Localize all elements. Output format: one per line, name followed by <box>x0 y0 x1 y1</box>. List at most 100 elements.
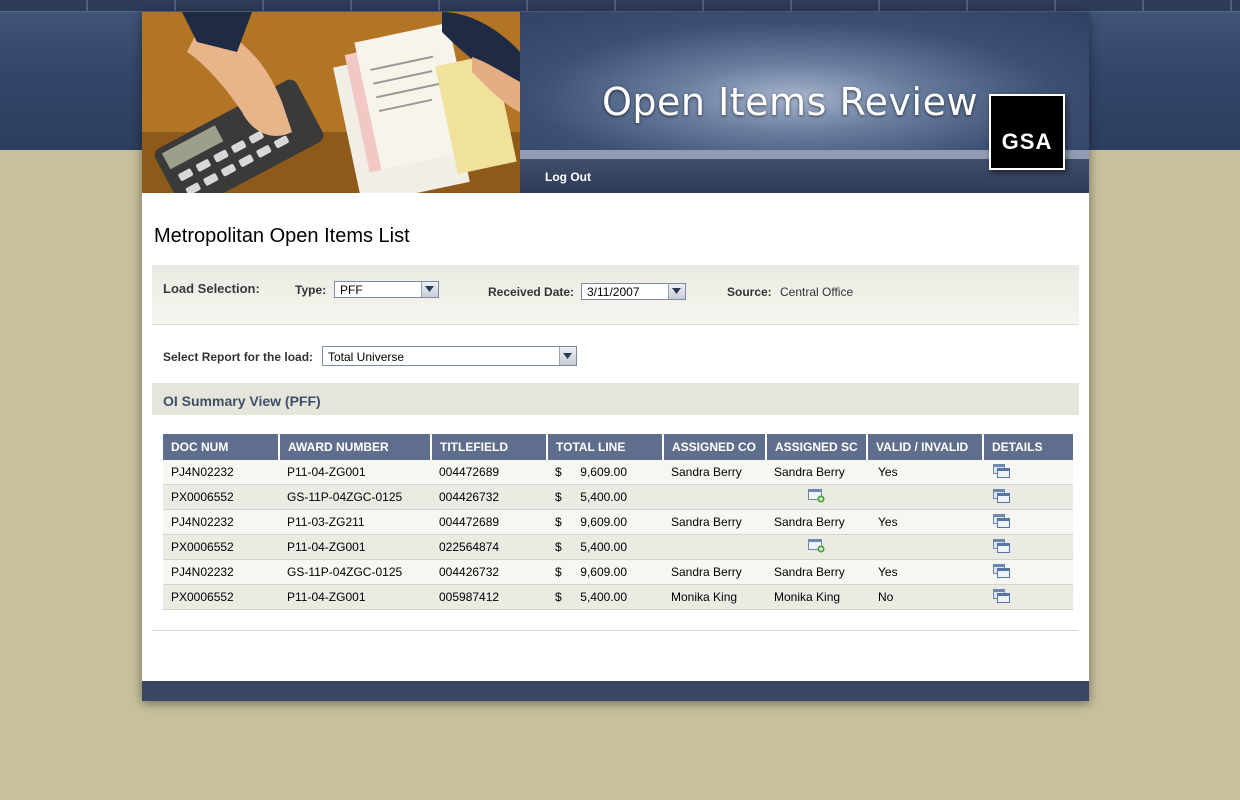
doc-num-cell: PX0006552 <box>163 534 279 560</box>
column-header[interactable]: DOC NUM <box>163 434 280 460</box>
assigned-co-cell: Monika King <box>663 584 766 610</box>
assigned-co-cell: Sandra Berry <box>663 509 766 535</box>
award-number-cell: P11-04-ZG001 <box>279 460 431 485</box>
page-footer <box>142 681 1089 701</box>
assigned-co-cell <box>663 484 766 510</box>
assigned-co-cell <box>663 534 766 560</box>
award-number-cell: P11-03-ZG211 <box>279 509 431 535</box>
doc-num-cell: PX0006552 <box>163 584 279 610</box>
table-header-row: DOC NUM AWARD NUMBER TITLEFIELD TOTAL LI… <box>163 434 1073 460</box>
assigned-co-cell: Sandra Berry <box>663 559 766 585</box>
app-title: Open Items Review <box>602 80 979 124</box>
details-windows-icon[interactable] <box>993 588 1010 606</box>
titlefield-cell: 022564874 <box>431 534 547 560</box>
received-date-label: Received Date: <box>488 285 575 299</box>
details-windows-icon[interactable] <box>993 563 1010 581</box>
details-windows-icon[interactable] <box>993 463 1010 481</box>
titlefield-cell: 004426732 <box>431 484 547 510</box>
valid-cell: Yes <box>867 460 983 485</box>
titlefield-cell: 004472689 <box>431 460 547 485</box>
type-select-value: PFF <box>340 283 363 297</box>
total-line-cell: $5,400.00 <box>547 534 663 560</box>
received-date-select[interactable]: 3/11/2007 <box>581 283 686 300</box>
type-label: Type: <box>295 283 327 297</box>
award-number-cell: P11-04-ZG001 <box>279 534 431 560</box>
assigned-sc-cell: Sandra Berry <box>766 509 867 535</box>
assigned-sc-cell: Sandra Berry <box>766 460 867 485</box>
column-header[interactable]: TITLEFIELD <box>431 434 548 460</box>
load-selection-bar: Load Selection: Type: PFF Received Date:… <box>152 265 1079 325</box>
award-number-cell: GS-11P-04ZGC-0125 <box>279 559 431 585</box>
total-line-value: 9,609.00 <box>580 465 627 479</box>
table-row: PX0006552 P11-04-ZG001 022564874 $5,400.00 <box>163 534 1073 560</box>
assign-add-icon[interactable] <box>808 538 825 556</box>
details-cell <box>983 484 1073 510</box>
assigned-co-cell: Sandra Berry <box>663 460 766 485</box>
table-row: PJ4N02232 P11-04-ZG001 004472689 $9,609.00 S… <box>163 460 1073 485</box>
currency-symbol: $ <box>555 515 562 529</box>
column-header[interactable]: ASSIGNED SC <box>766 434 868 460</box>
logout-link[interactable]: Log Out <box>545 170 591 184</box>
source-value: Central Office <box>780 285 854 299</box>
details-cell <box>983 460 1073 485</box>
currency-symbol: $ <box>555 465 562 479</box>
received-date-value: 3/11/2007 <box>587 285 640 299</box>
total-line-value: 5,400.00 <box>580 590 627 604</box>
total-line-cell: $9,609.00 <box>547 559 663 585</box>
table-row: PX0006552 P11-04-ZG001 005987412 $5,400.00 M… <box>163 584 1073 610</box>
load-selection-label: Load Selection: <box>163 281 260 296</box>
details-windows-icon[interactable] <box>993 488 1010 506</box>
table-row: PJ4N02232 GS-11P-04ZGC-0125 004426732 $9,60… <box>163 559 1073 585</box>
page-container: Open Items Review Log Out GSA Metropolit… <box>142 12 1089 701</box>
doc-num-cell: PJ4N02232 <box>163 460 279 485</box>
total-line-value: 5,400.00 <box>580 540 627 554</box>
table-row: PX0006552 GS-11P-04ZGC-0125 004426732 $5,40… <box>163 484 1073 510</box>
assigned-sc-cell: Monika King <box>766 584 867 610</box>
column-header[interactable]: ASSIGNED CO <box>663 434 767 460</box>
details-windows-icon[interactable] <box>993 513 1010 531</box>
total-line-value: 9,609.00 <box>580 565 627 579</box>
assigned-sc-cell <box>766 484 867 510</box>
valid-cell <box>867 534 983 560</box>
header-top-strip <box>0 0 1240 12</box>
header-photo <box>142 12 520 193</box>
assigned-sc-cell: Sandra Berry <box>766 559 867 585</box>
doc-num-cell: PX0006552 <box>163 484 279 510</box>
chevron-down-icon[interactable] <box>421 282 438 297</box>
details-cell <box>983 559 1073 585</box>
details-cell <box>983 509 1073 535</box>
valid-cell: No <box>867 584 983 610</box>
column-header[interactable]: TOTAL LINE <box>547 434 664 460</box>
page-title: Metropolitan Open Items List <box>154 225 410 247</box>
details-windows-icon[interactable] <box>993 538 1010 556</box>
table-row: PJ4N02232 P11-03-ZG211 004472689 $9,609.00 S… <box>163 509 1073 535</box>
doc-num-cell: PJ4N02232 <box>163 509 279 535</box>
total-line-cell: $5,400.00 <box>547 484 663 510</box>
assigned-sc-cell <box>766 534 867 560</box>
currency-symbol: $ <box>555 565 562 579</box>
divider <box>152 630 1079 631</box>
currency-symbol: $ <box>555 540 562 554</box>
valid-cell <box>867 484 983 510</box>
award-number-cell: GS-11P-04ZGC-0125 <box>279 484 431 510</box>
currency-symbol: $ <box>555 490 562 504</box>
chevron-down-icon[interactable] <box>559 347 576 365</box>
assign-add-icon[interactable] <box>808 488 825 506</box>
details-cell <box>983 584 1073 610</box>
report-selection-row: Select Report for the load: Total Univer… <box>152 341 1079 371</box>
currency-symbol: $ <box>555 590 562 604</box>
details-cell <box>983 534 1073 560</box>
column-header[interactable]: AWARD NUMBER <box>279 434 432 460</box>
summary-header: OI Summary View (PFF) <box>152 383 1079 415</box>
report-label: Select Report for the load: <box>163 350 314 364</box>
total-line-cell: $5,400.00 <box>547 584 663 610</box>
valid-cell: Yes <box>867 509 983 535</box>
column-header[interactable]: DETAILS <box>983 434 1073 460</box>
award-number-cell: P11-04-ZG001 <box>279 584 431 610</box>
chevron-down-icon[interactable] <box>668 284 685 299</box>
doc-num-cell: PJ4N02232 <box>163 559 279 585</box>
report-select[interactable]: Total Universe <box>322 346 577 366</box>
type-select[interactable]: PFF <box>334 281 439 298</box>
column-header[interactable]: VALID / INVALID <box>867 434 984 460</box>
gsa-logo-text: GSA <box>1001 129 1053 154</box>
